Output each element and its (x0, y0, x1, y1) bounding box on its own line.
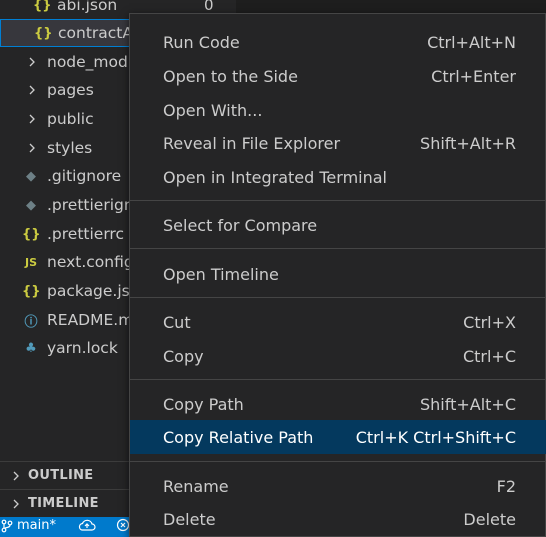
file-label: abi.json (57, 0, 118, 14)
json-file-icon: {} (22, 226, 41, 242)
chevron-right-icon (29, 57, 35, 67)
file-label: .prettierign (47, 196, 134, 214)
menu-item-rename[interactable]: Rename F2 (130, 469, 546, 503)
git-branch-icon (1, 519, 13, 532)
menu-item-label: Cut (163, 312, 191, 332)
menu-item-open-with[interactable]: Open With... (130, 93, 546, 127)
branch-indicator[interactable]: main* (0, 518, 56, 533)
menu-item-label: Select for Compare (163, 215, 318, 235)
problem-count: 0 (204, 0, 214, 14)
chevron-right-icon (13, 499, 19, 508)
section-title: OUTLINE (28, 468, 94, 483)
chevron-right-icon (29, 85, 35, 95)
menu-item-label: Open in Integrated Terminal (163, 167, 387, 187)
menu-item-label: Delete (163, 509, 216, 529)
menu-item-delete[interactable]: Delete Delete (130, 502, 546, 536)
menu-item-copy-path[interactable]: Copy Path Shift+Alt+C (130, 387, 546, 421)
folder-label: pages (47, 81, 94, 99)
menu-item-cut[interactable]: Cut Ctrl+X (130, 305, 546, 339)
menu-item-reveal-in-explorer[interactable]: Reveal in File Explorer Shift+Alt+R (130, 126, 546, 160)
problems-indicator[interactable] (116, 518, 130, 532)
sync-button[interactable] (78, 518, 96, 532)
menu-item-shortcut: Shift+Alt+R (420, 133, 516, 153)
info-icon: ⓘ (24, 314, 38, 330)
menu-item-label: Run Code (163, 32, 240, 52)
menu-item-shortcut: Ctrl+Enter (431, 66, 516, 86)
file-label: yarn.lock (47, 339, 118, 357)
menu-separator (130, 379, 546, 380)
error-icon (116, 518, 130, 532)
menu-item-shortcut: F2 (496, 476, 516, 496)
file-label: README.m (47, 311, 134, 329)
cloud-upload-icon (78, 519, 96, 531)
menu-item-shortcut: Delete (463, 509, 516, 529)
file-label: package.jso (47, 282, 140, 300)
git-icon: ◆ (26, 168, 36, 184)
menu-item-open-timeline[interactable]: Open Timeline (130, 257, 546, 291)
chevron-right-icon (13, 471, 19, 480)
menu-item-run-code[interactable]: Run Code Ctrl+Alt+N (130, 25, 546, 59)
json-file-icon: {} (22, 283, 41, 299)
folder-label: public (47, 110, 94, 128)
menu-item-open-to-side[interactable]: Open to the Side Ctrl+Enter (130, 59, 546, 93)
chevron-right-icon (29, 143, 35, 153)
section-title: TIMELINE (28, 496, 99, 511)
menu-item-label: Open Timeline (163, 264, 279, 284)
file-label: .gitignore (47, 167, 122, 185)
menu-item-shortcut: Ctrl+K Ctrl+Shift+C (355, 427, 516, 447)
menu-item-label: Copy (163, 346, 204, 366)
menu-item-shortcut: Ctrl+X (463, 312, 516, 332)
file-label: .prettierrc (47, 225, 124, 243)
menu-item-label: Copy Path (163, 394, 244, 414)
menu-item-label: Reveal in File Explorer (163, 133, 341, 153)
menu-separator (130, 461, 546, 462)
file-label: next.config (47, 253, 134, 271)
menu-item-copy[interactable]: Copy Ctrl+C (130, 339, 546, 373)
json-file-icon: {} (33, 0, 52, 13)
chevron-right-icon (29, 114, 35, 124)
yarn-icon: ♣ (25, 340, 37, 356)
menu-item-select-for-compare[interactable]: Select for Compare (130, 208, 546, 242)
menu-item-shortcut: Ctrl+Alt+N (427, 32, 516, 52)
folder-label: styles (47, 139, 93, 157)
menu-item-label: Copy Relative Path (163, 427, 314, 447)
menu-item-shortcut: Shift+Alt+C (419, 394, 516, 414)
menu-separator (130, 200, 546, 201)
js-file-icon: JS (24, 255, 37, 269)
menu-item-open-in-terminal[interactable]: Open in Integrated Terminal (130, 160, 546, 194)
menu-separator (130, 248, 546, 249)
menu-item-label: Rename (163, 476, 229, 496)
folder-label: node_modu (47, 53, 138, 71)
menu-item-copy-relative-path[interactable]: Copy Relative Path Ctrl+K Ctrl+Shift+C (130, 420, 546, 454)
menu-separator (130, 297, 546, 298)
context-menu: Run Code Ctrl+Alt+N Open to the Side Ctr… (129, 13, 546, 537)
json-file-icon: {} (34, 25, 53, 41)
menu-item-label: Open to the Side (163, 66, 298, 86)
menu-item-shortcut: Ctrl+C (462, 346, 516, 366)
git-icon: ◆ (26, 197, 36, 213)
branch-name: main* (17, 518, 56, 533)
file-label: contractA (58, 24, 133, 42)
menu-item-label: Open With... (163, 100, 263, 120)
